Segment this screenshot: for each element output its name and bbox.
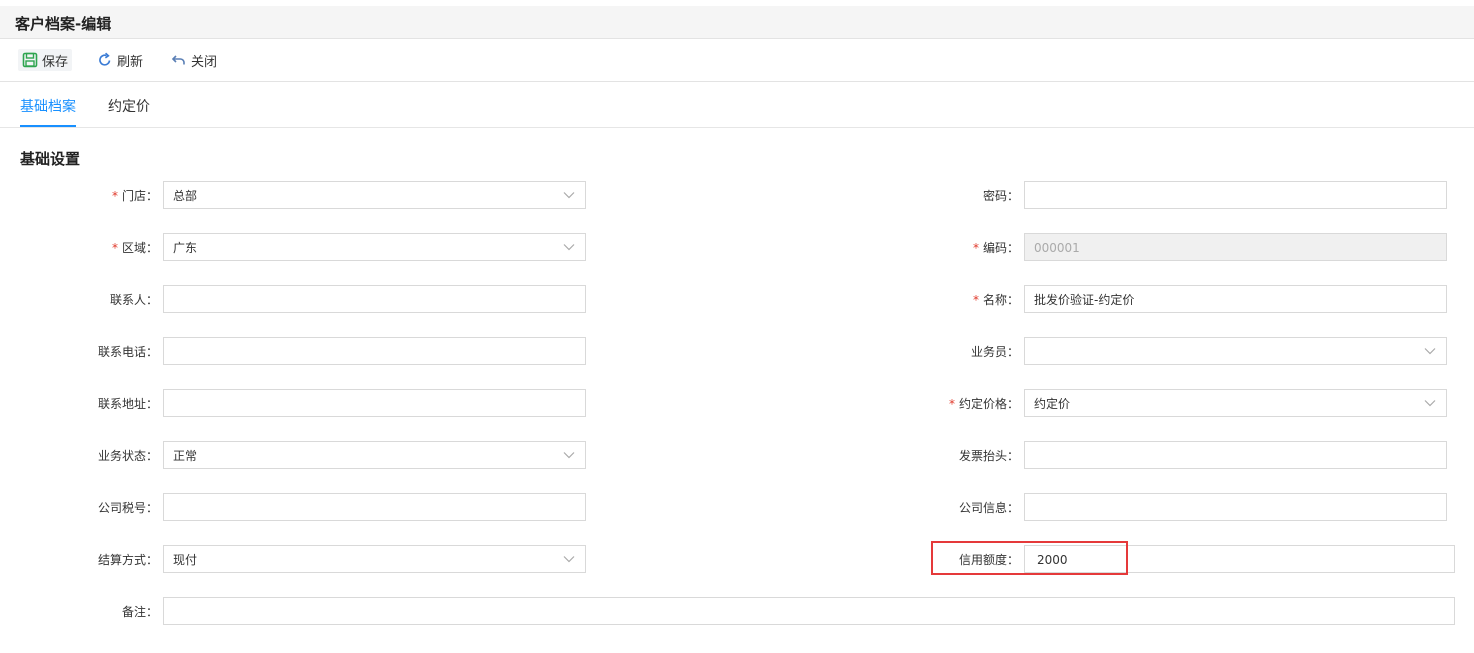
save-label: 保存: [42, 54, 69, 70]
credit-limit-value: 2000: [1037, 553, 1068, 567]
chevron-down-icon: [563, 452, 575, 459]
region-label: * 区域：: [111, 241, 158, 255]
save-button[interactable]: 保存: [18, 49, 73, 71]
agreed-price-label: * 约定价格：: [948, 397, 1019, 411]
address-label: 联系地址：: [97, 397, 158, 411]
invoice-title-label: 发票抬头：: [958, 449, 1019, 463]
tab-bar: 基础档案 约定价: [0, 82, 1474, 128]
floppy-disk-icon: [22, 52, 38, 68]
name-value: 批发价验证-约定价: [1034, 293, 1135, 307]
settlement-label: 结算方式：: [97, 553, 158, 567]
chevron-down-icon: [563, 244, 575, 251]
agreed-price-value: 约定价: [1034, 397, 1071, 411]
title-bar: 客户档案-编辑: [0, 6, 1474, 39]
tax-no-input[interactable]: [163, 493, 586, 521]
salesman-label: 业务员：: [970, 345, 1019, 359]
tab-basic-profile[interactable]: 基础档案: [20, 96, 76, 116]
salesman-select[interactable]: [1024, 337, 1447, 365]
settlement-value: 现付: [173, 553, 198, 567]
required-mark: *: [972, 241, 979, 255]
store-value: 总部: [173, 189, 198, 203]
page-title: 客户档案-编辑: [15, 15, 112, 33]
chevron-down-icon: [1424, 348, 1436, 355]
toolbar: 保存 刷新 关闭: [0, 39, 1474, 82]
name-label: * 名称：: [972, 293, 1019, 307]
tax-no-label: 公司税号：: [97, 501, 158, 515]
refresh-icon: [99, 52, 111, 66]
business-status-select[interactable]: 正常: [163, 441, 586, 469]
agreed-price-select[interactable]: 约定价: [1024, 389, 1447, 417]
remark-label: 备注：: [121, 605, 158, 619]
store-label: * 门店：: [111, 189, 158, 203]
credit-limit-label: 信用额度：: [958, 553, 1019, 567]
region-select[interactable]: 广东: [163, 233, 586, 261]
required-mark: *: [948, 397, 955, 411]
chevron-down-icon: [563, 556, 575, 563]
password-input[interactable]: [1024, 181, 1447, 209]
store-select[interactable]: 总部: [163, 181, 586, 209]
invoice-title-input[interactable]: [1024, 441, 1447, 469]
chevron-down-icon: [1424, 400, 1436, 407]
code-value: 000001: [1034, 241, 1080, 255]
password-label: 密码：: [982, 189, 1019, 203]
name-input[interactable]: 批发价验证-约定价: [1024, 285, 1447, 313]
required-mark: *: [972, 293, 979, 307]
refresh-label: 刷新: [117, 54, 144, 70]
company-info-label: 公司信息：: [958, 501, 1019, 515]
company-info-input[interactable]: [1024, 493, 1447, 521]
code-label: * 编码：: [972, 241, 1019, 255]
settlement-select[interactable]: 现付: [163, 545, 586, 573]
active-tab-indicator: [20, 125, 76, 127]
business-status-value: 正常: [173, 449, 198, 463]
phone-label: 联系电话：: [97, 345, 158, 359]
required-mark: *: [111, 241, 118, 255]
remark-input[interactable]: [163, 597, 1455, 625]
close-button[interactable]: 关闭: [167, 49, 221, 71]
tab-agreed-price[interactable]: 约定价: [108, 96, 150, 116]
chevron-down-icon: [563, 192, 575, 199]
region-value: 广东: [173, 241, 198, 255]
section-title: 基础设置: [20, 150, 81, 168]
required-mark: *: [111, 189, 118, 203]
phone-input[interactable]: [163, 337, 586, 365]
contact-label: 联系人：: [109, 293, 158, 307]
address-input[interactable]: [163, 389, 586, 417]
undo-arrow-icon: [171, 55, 185, 65]
business-status-label: 业务状态：: [97, 449, 158, 463]
refresh-button[interactable]: 刷新: [93, 49, 147, 71]
contact-input[interactable]: [163, 285, 586, 313]
credit-limit-input[interactable]: 2000: [1024, 545, 1455, 573]
code-input: 000001: [1024, 233, 1447, 261]
close-label: 关闭: [191, 54, 218, 70]
